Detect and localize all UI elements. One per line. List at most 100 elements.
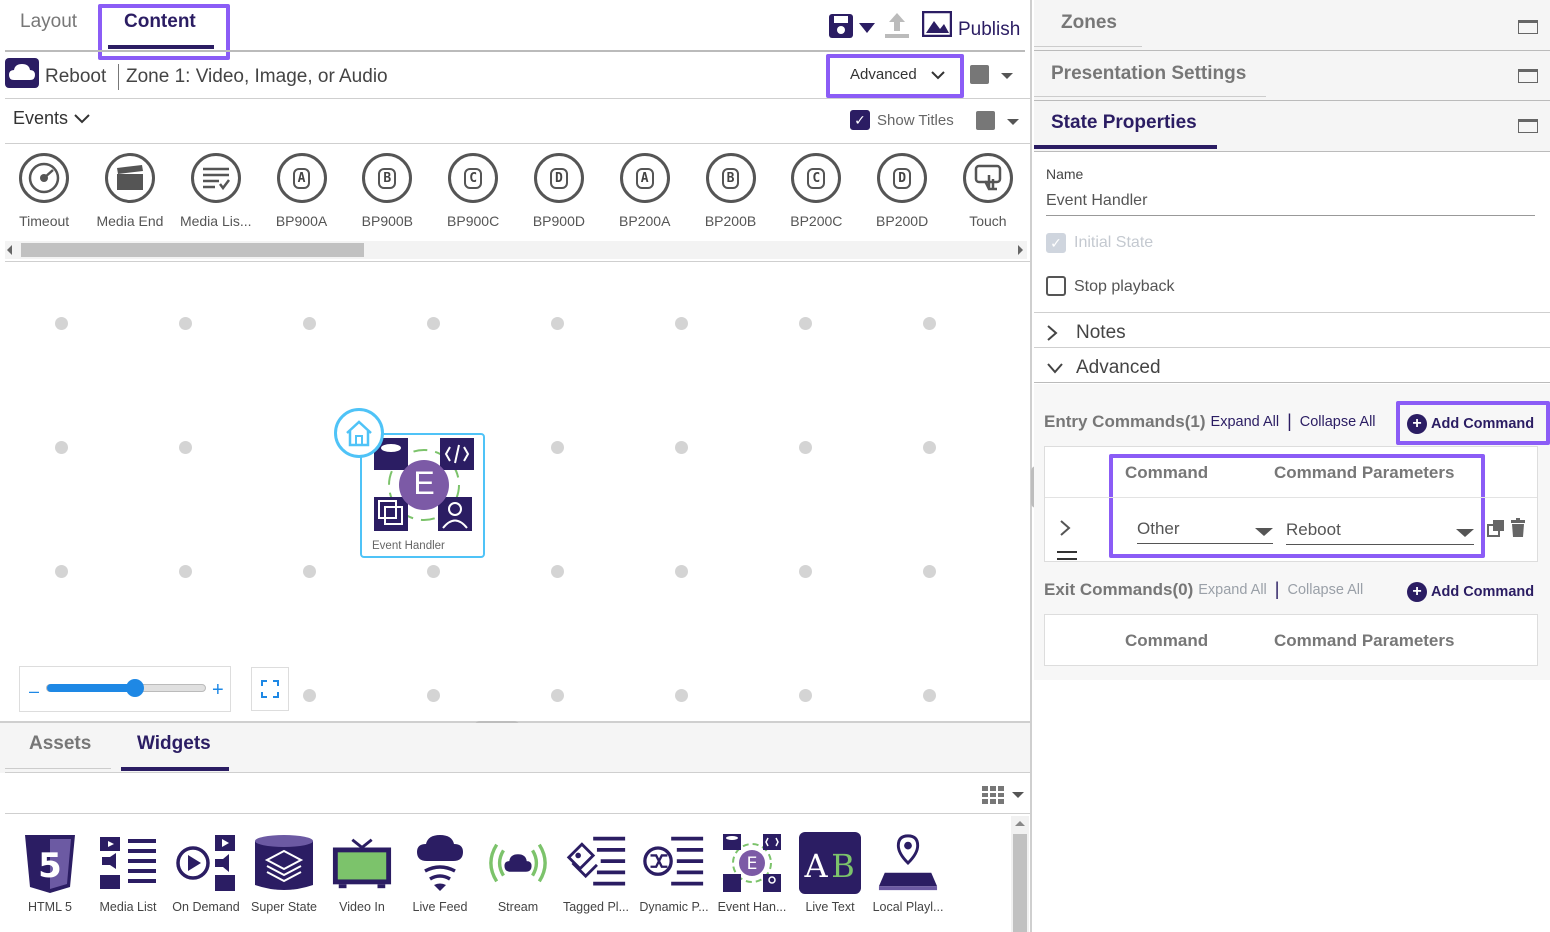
zone-color-swatch[interactable] bbox=[970, 65, 989, 84]
maximize-icon[interactable] bbox=[1518, 20, 1538, 34]
state-properties-header[interactable]: State Properties bbox=[1034, 101, 1550, 151]
entry-commands-table: Command Command Parameters Other Reboot bbox=[1044, 446, 1538, 562]
event-media-list[interactable]: Media Lis... bbox=[177, 153, 255, 229]
grid-dot bbox=[675, 441, 688, 454]
widget-stream[interactable]: Stream bbox=[479, 832, 557, 914]
event-handler-node[interactable]: E Event Handler bbox=[360, 433, 485, 558]
widgets-scrollbar[interactable] bbox=[1011, 816, 1029, 932]
entry-add-command-label: Add Command bbox=[1431, 416, 1535, 432]
widget-dynamic-playlist[interactable]: Dynamic P... bbox=[635, 832, 713, 914]
event-label: BP200C bbox=[790, 213, 843, 229]
zoom-slider-thumb[interactable] bbox=[126, 679, 144, 697]
divider bbox=[5, 50, 1025, 52]
bp200a-icon: A bbox=[619, 153, 670, 203]
zone-color-dropdown-icon[interactable] bbox=[1001, 73, 1013, 79]
event-bp200c[interactable]: C BP200C bbox=[777, 153, 855, 229]
entry-col-command: Command bbox=[1125, 463, 1209, 482]
event-bp900b[interactable]: B BP900B bbox=[348, 153, 426, 229]
maximize-icon[interactable] bbox=[1518, 119, 1538, 133]
widget-tagged-playlist[interactable]: Tagged Pl... bbox=[557, 832, 635, 914]
scroll-thumb[interactable] bbox=[1013, 834, 1027, 932]
widget-live-feed[interactable]: Live Feed bbox=[401, 832, 479, 914]
presentation-settings-header[interactable]: Presentation Settings bbox=[1034, 51, 1550, 100]
mode-select[interactable]: Advanced bbox=[850, 66, 945, 83]
zoom-in-icon[interactable]: + bbox=[212, 679, 224, 702]
content-editor-pane: Layout Content Publish Reboot Zone 1: Vi… bbox=[0, 0, 1032, 932]
scroll-up-icon[interactable] bbox=[1015, 821, 1025, 826]
grid-dot bbox=[427, 565, 440, 578]
exit-add-command-button[interactable]: + Add Command bbox=[1407, 582, 1534, 602]
event-touch[interactable]: Touch bbox=[949, 153, 1027, 229]
zoom-slider[interactable] bbox=[46, 679, 206, 697]
publish-button[interactable]: Publish bbox=[958, 19, 1020, 41]
widget-label: HTML 5 bbox=[28, 900, 72, 914]
row-divider bbox=[1045, 497, 1537, 498]
tab-layout[interactable]: Layout bbox=[20, 11, 77, 33]
initial-state-checkbox: ✓ bbox=[1046, 233, 1066, 253]
save-icon[interactable] bbox=[828, 13, 854, 42]
notes-section-toggle[interactable]: Notes bbox=[1046, 322, 1126, 344]
widget-video-in[interactable]: Video In bbox=[323, 832, 401, 914]
event-bp200d[interactable]: D BP200D bbox=[863, 153, 941, 229]
drag-handle-icon[interactable] bbox=[1057, 551, 1077, 560]
fit-to-screen-icon[interactable] bbox=[251, 667, 289, 711]
parameter-select[interactable]: Reboot bbox=[1286, 520, 1474, 545]
tab-widgets[interactable]: Widgets bbox=[137, 733, 211, 755]
tab-content-underline bbox=[108, 45, 214, 49]
widget-local-playlist[interactable]: Local Playl... bbox=[869, 832, 947, 914]
state-canvas[interactable]: E Event Handler – + bbox=[5, 262, 1030, 722]
name-input[interactable]: Event Handler bbox=[1046, 192, 1535, 216]
plus-icon: + bbox=[1407, 582, 1427, 602]
delete-icon[interactable] bbox=[1510, 518, 1526, 540]
tab-assets[interactable]: Assets bbox=[29, 733, 91, 755]
view-dropdown-icon[interactable] bbox=[1012, 792, 1024, 798]
advanced-section-toggle[interactable]: Advanced bbox=[1046, 357, 1161, 379]
widget-event-handler[interactable]: E Event Han... bbox=[713, 832, 791, 914]
grid-dot bbox=[427, 317, 440, 330]
event-color-dropdown-icon[interactable] bbox=[1007, 119, 1019, 125]
scroll-thumb[interactable] bbox=[21, 243, 364, 257]
local-playlist-icon bbox=[877, 832, 939, 894]
event-bp900a[interactable]: A BP900A bbox=[262, 153, 340, 229]
event-bp200b[interactable]: B BP200B bbox=[691, 153, 769, 229]
svg-text:B: B bbox=[831, 847, 855, 885]
event-clapperboard[interactable]: Media End bbox=[91, 153, 169, 229]
event-bp200a[interactable]: A BP200A bbox=[606, 153, 684, 229]
grid-view-icon[interactable] bbox=[982, 786, 1004, 807]
event-bp900d[interactable]: D BP900D bbox=[520, 153, 598, 229]
publish-icon[interactable] bbox=[921, 10, 953, 40]
row-expand-icon[interactable] bbox=[1059, 519, 1071, 540]
zones-header[interactable]: Zones bbox=[1034, 0, 1550, 50]
show-titles-checkbox[interactable]: ✓ bbox=[850, 110, 870, 130]
stop-playback-checkbox[interactable] bbox=[1046, 276, 1066, 296]
widget-html5[interactable]: 5 HTML 5 bbox=[11, 832, 89, 914]
event-bp900c[interactable]: C BP900C bbox=[434, 153, 512, 229]
events-dropdown[interactable]: Events bbox=[13, 108, 90, 129]
widget-on-demand[interactable]: On Demand bbox=[167, 832, 245, 914]
node-label: Event Handler bbox=[372, 540, 445, 552]
event-color-swatch[interactable] bbox=[976, 111, 995, 130]
scroll-right-icon[interactable] bbox=[1018, 245, 1023, 255]
scroll-left-icon[interactable] bbox=[7, 245, 12, 255]
maximize-icon[interactable] bbox=[1518, 69, 1538, 83]
chevron-right-icon bbox=[1047, 325, 1058, 341]
widget-media-list[interactable]: Media List bbox=[89, 832, 167, 914]
command-select[interactable]: Other bbox=[1137, 519, 1273, 544]
duplicate-icon[interactable] bbox=[1487, 519, 1505, 540]
entry-expand-all-link[interactable]: Expand All bbox=[1211, 414, 1280, 430]
upload-icon[interactable] bbox=[882, 10, 912, 43]
grid-dot bbox=[675, 689, 688, 702]
tab-content[interactable]: Content bbox=[124, 11, 196, 33]
event-timer[interactable]: Timeout bbox=[5, 153, 83, 229]
media-list-icon bbox=[190, 153, 241, 203]
zoom-out-icon[interactable]: – bbox=[29, 681, 39, 702]
save-dropdown-icon[interactable] bbox=[858, 21, 876, 37]
grid-dot bbox=[923, 441, 936, 454]
divider bbox=[1034, 312, 1550, 313]
widget-live-text[interactable]: A B Live Text bbox=[791, 832, 869, 914]
toolbar-scrollbar[interactable] bbox=[5, 241, 1027, 259]
entry-collapse-all-link[interactable]: Collapse All bbox=[1300, 414, 1376, 430]
entry-add-command-button[interactable]: + Add Command bbox=[1407, 414, 1534, 434]
chevron-down-icon bbox=[1047, 363, 1063, 374]
widget-super-state[interactable]: Super State bbox=[245, 832, 323, 914]
